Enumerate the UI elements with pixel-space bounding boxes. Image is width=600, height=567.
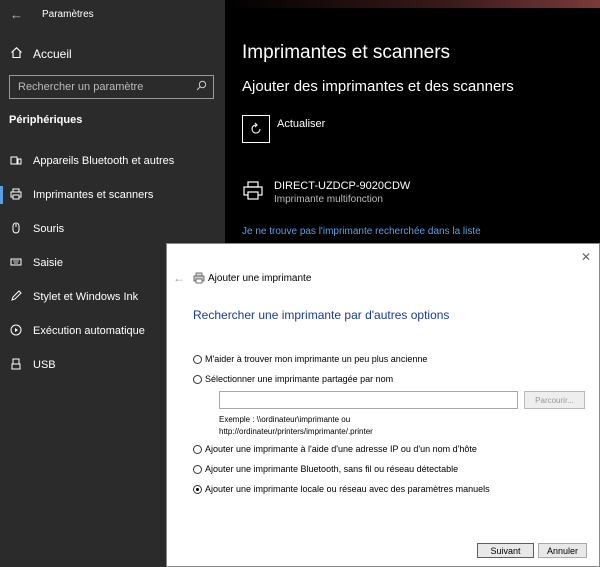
section-subtitle: Ajouter des imprimantes et des scanners [242,78,514,95]
option-label: Ajouter une imprimante locale ou réseau … [205,484,490,494]
window-title: Paramètres [42,9,94,20]
example-text: Exemple : \\ordinateur\imprimante ou htt… [219,414,373,438]
home-icon [9,46,23,62]
option-label: Ajouter une imprimante Bluetooth, sans f… [205,464,459,474]
back-arrow-icon[interactable]: ← [173,271,185,285]
cancel-button[interactable]: Annuler [538,543,587,558]
option-local-manual[interactable]: Ajouter une imprimante locale ou réseau … [193,484,490,494]
radio-button[interactable] [193,444,202,454]
refresh-label[interactable]: Actualiser [277,118,325,130]
sidebar-item-label: Saisie [33,257,63,269]
radio-button[interactable] [193,464,202,474]
example-line-2: http://ordinateur/printers/imprimante/.p… [219,427,373,436]
sidebar-item-mouse[interactable]: Souris [0,212,225,246]
title-bar: ← Paramètres [0,0,225,30]
pen-icon [9,289,23,305]
sidebar-item-label: Souris [33,223,65,235]
add-printer-dialog: ✕ ← Ajouter une imprimante Rechercher un… [166,243,600,567]
sidebar-item-label: Appareils Bluetooth et autres [33,155,175,167]
search-icon[interactable] [196,80,207,94]
example-line-1: Exemple : \\ordinateur\imprimante ou [219,415,351,424]
keyboard-icon [9,256,23,271]
option-older-printer[interactable]: M'aider à trouver mon imprimante un peu … [193,354,427,364]
radio-button[interactable] [193,354,202,364]
printer-type: Imprimante multifonction [274,194,383,205]
search-box[interactable] [9,75,214,99]
sidebar-item-bluetooth[interactable]: Appareils Bluetooth et autres [0,144,225,178]
sidebar-item-printers[interactable]: Imprimantes et scanners [0,178,225,212]
browse-button[interactable]: Parcourir... [524,391,585,409]
close-icon[interactable]: ✕ [581,250,591,264]
dialog-heading: Rechercher une imprimante par d'autres o… [193,308,450,322]
printer-icon [9,188,23,203]
autoplay-icon [9,324,23,339]
option-ip-address[interactable]: Ajouter une imprimante à l'aide d'une ad… [193,444,477,454]
refresh-button[interactable] [242,115,270,143]
sidebar-item-label: USB [33,359,56,371]
dialog-title: Ajouter une imprimante [208,273,312,284]
next-button[interactable]: Suivant [477,543,534,558]
search-input[interactable] [18,81,188,93]
option-label: M'aider à trouver mon imprimante un peu … [205,354,428,364]
sidebar-item-label: Exécution automatique [33,325,145,337]
option-label: Sélectionner une imprimante partagée par… [205,374,394,384]
home-label: Accueil [33,47,72,61]
radio-button-selected[interactable] [193,484,202,494]
refresh-icon [251,122,261,134]
back-arrow-icon[interactable]: ← [10,7,23,22]
radio-button[interactable] [193,374,202,384]
shared-printer-name-input[interactable] [219,391,518,409]
printer-not-listed-link[interactable]: Je ne trouve pas l'imprimante recherchée… [242,226,481,237]
printer-icon [193,272,205,284]
printer-name[interactable]: DIRECT-UZDCP-9020CDW [274,180,410,192]
bluetooth-devices-icon [9,154,23,169]
option-bluetooth-wireless[interactable]: Ajouter une imprimante Bluetooth, sans f… [193,464,458,474]
section-title: Périphériques [9,114,83,126]
option-label: Ajouter une imprimante à l'aide d'une ad… [205,444,477,454]
sidebar-item-label: Stylet et Windows Ink [33,291,139,303]
option-shared-by-name[interactable]: Sélectionner une imprimante partagée par… [193,374,393,384]
mouse-icon [9,222,23,237]
page-title: Imprimantes et scanners [242,42,451,63]
title-strip [225,0,600,8]
usb-icon [9,358,23,373]
printer-icon [243,181,263,200]
home-nav-item[interactable]: Accueil [9,46,72,62]
sidebar-item-label: Imprimantes et scanners [33,189,154,201]
